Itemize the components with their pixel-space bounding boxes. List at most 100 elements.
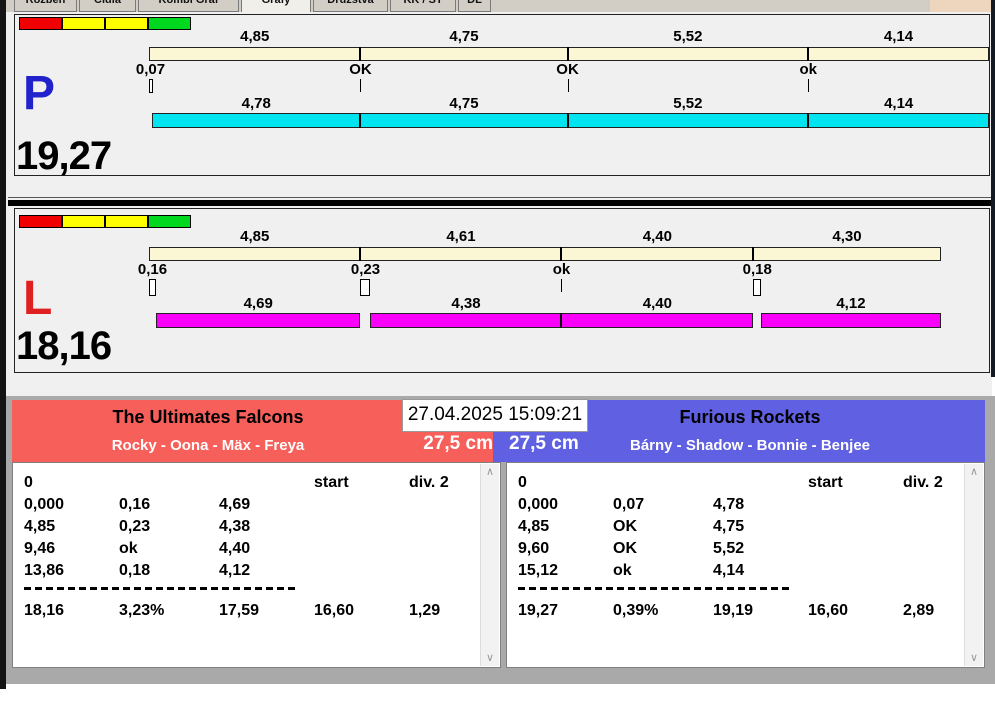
split-time-label: 4,40	[642, 228, 672, 245]
team-right-name: Furious Rockets	[679, 407, 821, 427]
table-cell: ok	[119, 540, 138, 557]
table-cell: 9,46	[24, 540, 56, 557]
tab-dru-stv-[interactable]: Družstvá	[313, 0, 388, 12]
team-left-jump-height: 27,5 cm	[423, 433, 493, 454]
totals-divider	[518, 587, 790, 590]
tab-grafy[interactable]: Grafy	[241, 0, 311, 12]
scroll-up-icon[interactable]: ∧	[965, 464, 983, 480]
table-cell: 4,75	[713, 518, 745, 535]
teams-section: The Ultimates Falcons Rocky - Oona - Mäx…	[6, 396, 995, 684]
split-divider	[566, 47, 569, 61]
split-divider	[560, 247, 563, 261]
table-total-cell: 17,59	[219, 602, 260, 619]
table-header-cell: start	[808, 474, 843, 491]
window-right-edge	[991, 0, 995, 377]
marker-label: 0,23	[350, 261, 381, 278]
table-total-cell: 0,39%	[613, 602, 659, 619]
table-cell: 4,40	[219, 540, 251, 557]
dog-bar-P	[152, 113, 990, 128]
marker-fault-box	[149, 79, 153, 93]
marker-fault-box	[753, 279, 762, 296]
split-time-label: 4,30	[832, 228, 862, 245]
scroll-down-icon[interactable]: ∨	[481, 650, 499, 666]
table-total-cell: 18,16	[24, 602, 65, 619]
table-cell: 0,16	[119, 496, 151, 513]
split-divider	[752, 247, 755, 261]
table-cell: 15,12	[518, 562, 559, 579]
flag-strip-cell	[62, 215, 105, 228]
graphs-panel: P 19,27 4,85 4,75 5,52 4,14 0,07 OK OK ok 4,78 4,…	[6, 12, 992, 396]
table-header-cell: 0	[24, 474, 33, 491]
team-right-members: Bárny - Shadow - Bonnie - Benjee	[629, 437, 871, 454]
table-cell: 4,69	[219, 496, 251, 513]
team-left-name: The Ultimates Falcons	[112, 407, 304, 427]
table-cell: 0,07	[613, 496, 645, 513]
flag-strip-cell	[62, 17, 105, 30]
scroll-down-icon[interactable]: ∨	[965, 650, 983, 666]
lane-letter-p: P	[23, 67, 56, 120]
marker-label: 0,18	[742, 261, 772, 278]
totals-divider	[24, 587, 296, 590]
marker-label: ok	[799, 61, 817, 78]
separator-line	[8, 197, 992, 198]
table-header-cell: 0	[518, 474, 527, 491]
table-cell: OK	[613, 518, 637, 535]
table-total-cell: 16,60	[314, 602, 355, 619]
dog-time-label: 5,52	[673, 95, 703, 112]
table-cell: 4,14	[713, 562, 745, 579]
team-left-members: Rocky - Oona - Mäx - Freya	[111, 437, 305, 454]
split-time-label: 4,75	[449, 28, 479, 45]
tab-rozbeh[interactable]: Rozbeh	[14, 0, 77, 12]
marker-tick	[360, 79, 362, 92]
marker-label: 0,16	[137, 261, 168, 278]
tab-kombi-graf[interactable]: Kombi Graf	[138, 0, 239, 12]
marker-fault-box	[149, 279, 156, 296]
table-total-cell: 19,27	[518, 602, 559, 619]
dog-time-label: 4,12	[836, 295, 866, 312]
dog-time-label: 4,14	[884, 95, 914, 112]
split-divider	[807, 47, 810, 61]
table-total-cell: 2,89	[903, 602, 935, 619]
table-header-cell: div. 2	[409, 474, 449, 491]
split-bar-P	[149, 47, 989, 61]
flag-strip-cell	[148, 215, 191, 228]
lane-box-P: P 19,27 4,85 4,75 5,52 4,14 0,07 OK OK ok 4,78 4,…	[14, 14, 990, 176]
table-cell: OK	[613, 540, 637, 557]
results-table-left: ∧ ∨ 0 start div. 2 0,000 0,16 4,69 4,85 0,23 4,3…	[12, 462, 501, 668]
dog-divider	[566, 113, 569, 128]
marker-tick	[567, 79, 569, 92]
marker-fault-box	[360, 279, 371, 296]
vertical-scrollbar[interactable]: ∧ ∨	[480, 464, 499, 666]
tab-kk-st[interactable]: KK / ST	[390, 0, 456, 12]
table-cell: 4,85	[518, 518, 550, 535]
table-total-cell: 19,19	[713, 602, 754, 619]
table-cell: 0,000	[24, 496, 65, 513]
table-header-cell: div. 2	[903, 474, 943, 491]
tab--idla[interactable]: Čidla	[79, 0, 136, 12]
marker-label: OK	[349, 61, 372, 78]
split-time-label: 4,14	[883, 28, 914, 45]
marker-label: 0,07	[135, 61, 166, 78]
table-total-cell: 1,29	[409, 602, 441, 619]
flag-strip-cell	[19, 17, 62, 30]
tab-dl[interactable]: DL	[458, 0, 491, 12]
lane-box-L: L 18,16 4,85 4,61 4,40 4,30 0,16 0,23 ok 0,18 4,…	[14, 208, 990, 373]
scroll-up-icon[interactable]: ∧	[481, 464, 499, 480]
dog-bar-L	[761, 313, 941, 328]
flag-strip-cell	[105, 17, 148, 30]
split-time-label: 5,52	[673, 28, 703, 45]
background-window-area	[930, 0, 992, 12]
dog-divider	[807, 113, 810, 128]
split-bar-L	[149, 247, 941, 261]
tab-bar: Rozbeh Čidla Kombi Graf Grafy Družstvá KK / S…	[6, 0, 992, 12]
marker-tick	[808, 79, 810, 92]
flag-strip-cell	[105, 215, 148, 228]
table-cell: 0,18	[119, 562, 151, 579]
split-time-label: 4,61	[446, 228, 476, 245]
split-time-label: 4,85	[240, 28, 270, 45]
dog-divider	[359, 113, 362, 128]
vertical-scrollbar[interactable]: ∧ ∨	[964, 464, 983, 666]
table-cell: 13,86	[24, 562, 65, 579]
lane-letter-l: L	[23, 272, 53, 325]
results-table-right: ∧ ∨ 0 start div. 2 0,000 0,07 4,78 4,85 OK 4,75 9…	[506, 462, 985, 668]
